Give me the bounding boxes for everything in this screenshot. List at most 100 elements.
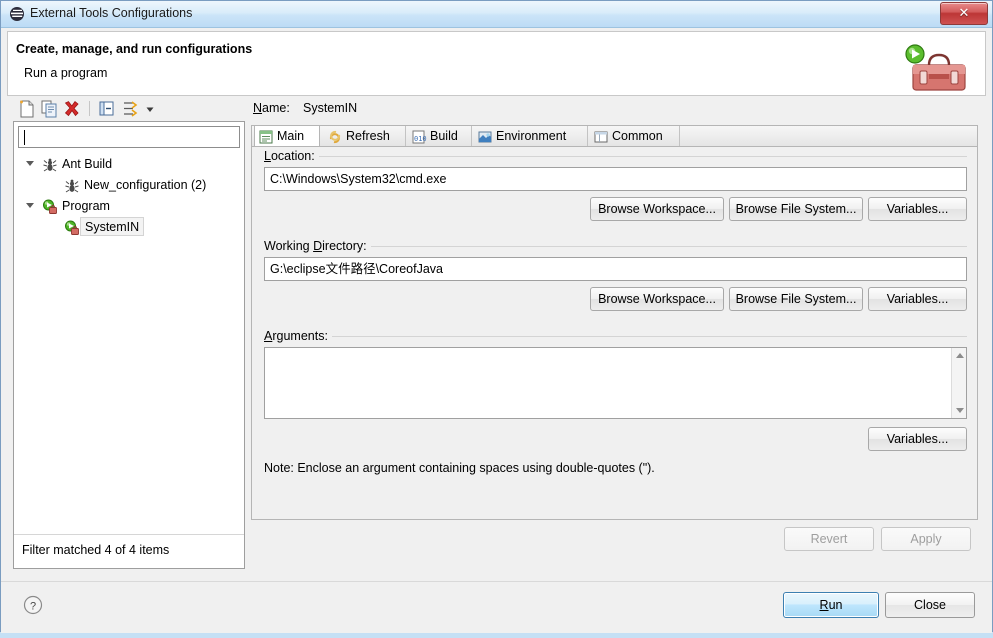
- apply-button: Apply: [881, 527, 971, 551]
- chevron-down-icon[interactable]: [143, 99, 157, 119]
- text-caret: [24, 130, 25, 145]
- tab-environment[interactable]: Environment: [474, 126, 588, 147]
- filter-status-text: Filter matched 4 of 4 items: [22, 543, 170, 557]
- dialog-footer: ? Run Close: [1, 581, 992, 633]
- svg-text:010: 010: [414, 135, 427, 143]
- filter-icon[interactable]: [121, 99, 142, 119]
- tab-label: Refresh: [346, 129, 390, 143]
- page-subtitle: Run a program: [24, 66, 108, 80]
- configurations-panel: Ant Build New_configuration (2) Program …: [13, 97, 245, 569]
- new-configuration-icon[interactable]: [17, 99, 38, 119]
- run-button-label: Run: [819, 598, 843, 612]
- tree-item-label: SystemIN: [80, 217, 145, 236]
- external-tools-configurations-dialog: External Tools Configurations ✕ Create, …: [0, 0, 993, 633]
- tree-item-new-configuration[interactable]: New_configuration (2): [14, 175, 244, 196]
- build-tab-icon: 010: [411, 129, 427, 145]
- configuration-editor: Name: SystemIN Main Refresh 010 Build En…: [249, 97, 980, 569]
- tab-main[interactable]: Main: [254, 126, 320, 148]
- help-icon[interactable]: ?: [23, 595, 43, 615]
- configurations-tree[interactable]: Ant Build New_configuration (2) Program …: [14, 154, 244, 534]
- location-group-label: Location:: [264, 149, 319, 163]
- scroll-up-icon[interactable]: [956, 353, 964, 358]
- revert-button: Revert: [784, 527, 874, 551]
- dialog-header: Create, manage, and run configurations R…: [7, 31, 986, 96]
- location-browse-workspace-button[interactable]: Browse Workspace...: [590, 197, 724, 221]
- name-label: Name:: [253, 101, 290, 115]
- run-button[interactable]: Run: [783, 592, 879, 618]
- location-input[interactable]: C:\Windows\System32\cmd.exe: [264, 167, 967, 191]
- working-directory-input[interactable]: G:\eclipse文件路径\CoreofJava: [264, 257, 967, 281]
- window-title: External Tools Configurations: [30, 6, 193, 20]
- ant-icon: [64, 178, 80, 194]
- tree-item-systemin[interactable]: SystemIN: [14, 217, 244, 238]
- filter-input[interactable]: [18, 126, 240, 148]
- arguments-scrollbar[interactable]: [951, 348, 966, 418]
- tab-label: Build: [430, 129, 458, 143]
- working-directory-browse-workspace-button[interactable]: Browse Workspace...: [590, 287, 724, 311]
- expand-arrow-icon[interactable]: [26, 203, 34, 208]
- duplicate-configuration-icon[interactable]: [39, 99, 60, 119]
- close-dialog-button[interactable]: Close: [885, 592, 975, 618]
- arguments-textarea[interactable]: [264, 347, 967, 419]
- arguments-note: Note: Enclose an argument containing spa…: [264, 461, 655, 475]
- page-title: Create, manage, and run configurations: [16, 42, 253, 56]
- toolbar-separator: [89, 101, 90, 116]
- arguments-group-label: Arguments:: [264, 329, 332, 343]
- tab-label: Common: [612, 129, 663, 143]
- main-tab-icon: [258, 129, 274, 145]
- arguments-variables-button[interactable]: Variables...: [868, 427, 967, 451]
- group-divider: [264, 156, 967, 157]
- common-tab-icon: [593, 129, 609, 145]
- eclipse-icon: [9, 6, 25, 22]
- name-row: Name: SystemIN: [249, 97, 980, 121]
- environment-tab-icon: [477, 129, 493, 145]
- name-input[interactable]: SystemIN: [303, 101, 357, 115]
- button-label: Browse File System...: [735, 292, 857, 306]
- working-directory-group-label: Working Directory:: [264, 239, 371, 253]
- tab-strip: Main Refresh 010 Build Environment Commo…: [251, 125, 978, 148]
- configurations-toolbar: [13, 97, 245, 121]
- collapse-all-icon[interactable]: [97, 99, 118, 119]
- tree-item-ant-build[interactable]: Ant Build: [14, 154, 244, 175]
- button-label: Variables...: [886, 202, 949, 216]
- main-tab-page: Location: C:\Windows\System32\cmd.exe Br…: [251, 146, 978, 520]
- dialog-body: Ant Build New_configuration (2) Program …: [7, 97, 986, 581]
- location-browse-file-system-button[interactable]: Browse File System...: [729, 197, 863, 221]
- tab-folder: Main Refresh 010 Build Environment Commo…: [251, 125, 978, 520]
- filter-status-bar: Filter matched 4 of 4 items: [14, 534, 244, 568]
- tree-item-program[interactable]: Program: [14, 196, 244, 217]
- button-label: Apply: [910, 532, 942, 546]
- toolbox-run-icon: [885, 32, 977, 95]
- button-label: Browse Workspace...: [598, 292, 716, 306]
- tab-common[interactable]: Common: [590, 126, 680, 147]
- tab-label: Main: [277, 129, 305, 143]
- tab-build[interactable]: 010 Build: [408, 126, 472, 147]
- revert-apply-row: Revert Apply: [249, 527, 980, 557]
- button-label: Revert: [810, 532, 848, 546]
- window-close-button[interactable]: ✕: [940, 2, 988, 25]
- program-icon: [42, 199, 58, 215]
- close-icon: ✕: [958, 5, 970, 20]
- close-button-label: Close: [914, 598, 946, 612]
- working-directory-variables-button[interactable]: Variables...: [868, 287, 967, 311]
- group-divider: [264, 336, 967, 337]
- button-label: Variables...: [886, 292, 949, 306]
- working-directory-browse-file-system-button[interactable]: Browse File System...: [729, 287, 863, 311]
- ant-icon: [42, 157, 58, 173]
- tree-item-label: New_configuration (2): [84, 178, 207, 192]
- configurations-tree-panel: Ant Build New_configuration (2) Program …: [13, 121, 245, 569]
- delete-configuration-icon[interactable]: [61, 99, 82, 119]
- tab-label: Environment: [496, 129, 567, 143]
- tree-item-label: Ant Build: [62, 157, 113, 171]
- location-variables-button[interactable]: Variables...: [868, 197, 967, 221]
- button-label: Variables...: [886, 432, 949, 446]
- expand-arrow-icon[interactable]: [26, 161, 34, 166]
- svg-text:?: ?: [30, 601, 36, 613]
- button-label: Browse File System...: [735, 202, 857, 216]
- program-icon: [64, 220, 80, 236]
- title-bar: External Tools Configurations ✕: [1, 1, 992, 28]
- tab-refresh[interactable]: Refresh: [324, 126, 406, 147]
- button-label: Browse Workspace...: [598, 202, 716, 216]
- tree-item-label: Program: [62, 199, 110, 213]
- scroll-down-icon[interactable]: [956, 408, 964, 413]
